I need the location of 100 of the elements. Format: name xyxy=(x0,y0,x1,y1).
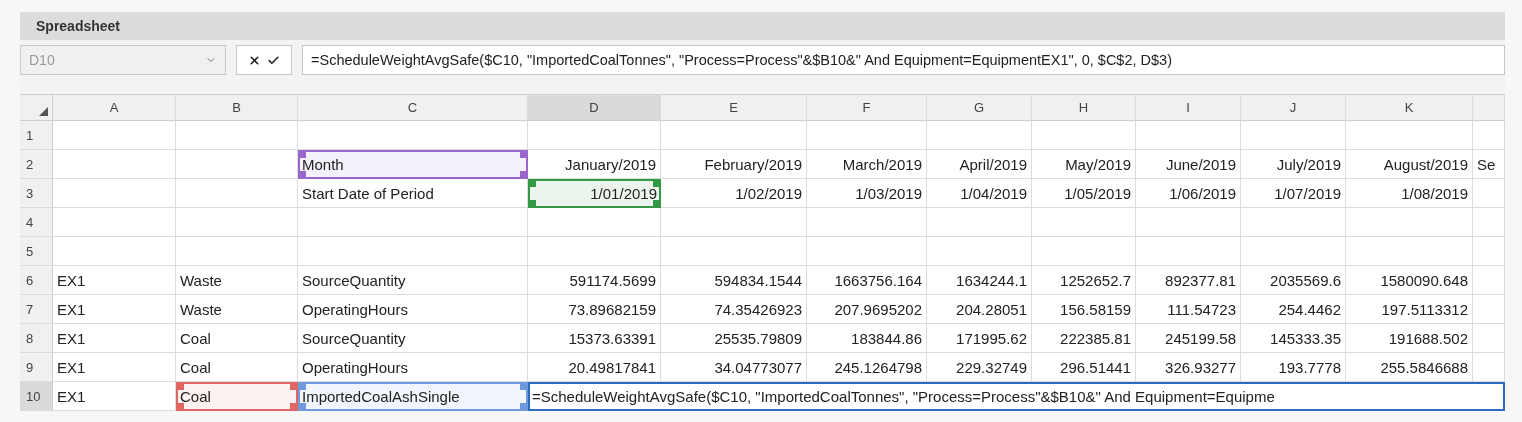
empty-cell[interactable] xyxy=(1473,295,1505,324)
table-cell[interactable]: 245.1264798 xyxy=(807,353,927,382)
table-cell[interactable]: 1/08/2019 xyxy=(1346,179,1473,208)
table-cell[interactable]: EX1 xyxy=(53,353,176,382)
empty-cell[interactable] xyxy=(176,208,298,237)
table-cell[interactable]: 1/05/2019 xyxy=(1032,179,1136,208)
table-cell[interactable]: 20.49817841 xyxy=(528,353,661,382)
empty-cell[interactable] xyxy=(176,179,298,208)
confirm-button[interactable] xyxy=(267,53,280,67)
empty-cell[interactable] xyxy=(1346,237,1473,266)
table-cell[interactable]: EX1 xyxy=(53,295,176,324)
table-cell[interactable]: July/2019 xyxy=(1241,150,1346,179)
empty-cell[interactable] xyxy=(661,237,807,266)
table-cell[interactable]: 145333.35 xyxy=(1241,324,1346,353)
column-header[interactable]: B xyxy=(176,95,298,121)
empty-cell[interactable] xyxy=(528,237,661,266)
empty-cell[interactable] xyxy=(661,121,807,150)
table-cell[interactable]: EX1 xyxy=(53,266,176,295)
table-cell[interactable]: OperatingHours xyxy=(298,353,528,382)
table-cell[interactable]: 197.5113312 xyxy=(1346,295,1473,324)
empty-cell[interactable] xyxy=(528,208,661,237)
table-cell[interactable]: Month xyxy=(298,150,528,179)
empty-cell[interactable] xyxy=(176,237,298,266)
table-cell[interactable]: 1/06/2019 xyxy=(1136,179,1241,208)
table-cell[interactable]: 73.89682159 xyxy=(528,295,661,324)
table-cell[interactable]: EX1 xyxy=(53,382,176,411)
column-header[interactable]: C xyxy=(298,95,528,121)
empty-cell[interactable] xyxy=(927,208,1032,237)
table-cell[interactable]: SourceQuantity xyxy=(298,324,528,353)
table-cell[interactable]: January/2019 xyxy=(528,150,661,179)
empty-cell[interactable] xyxy=(927,237,1032,266)
empty-cell[interactable] xyxy=(1473,324,1505,353)
resize-handle[interactable] xyxy=(300,152,306,158)
column-header[interactable]: F xyxy=(807,95,927,121)
table-cell[interactable]: 111.54723 xyxy=(1136,295,1241,324)
table-cell[interactable]: 15373.63391 xyxy=(528,324,661,353)
empty-cell[interactable] xyxy=(807,121,927,150)
column-header[interactable]: K xyxy=(1346,95,1473,121)
table-cell[interactable]: 326.93277 xyxy=(1136,353,1241,382)
table-cell[interactable]: 191688.502 xyxy=(1346,324,1473,353)
empty-cell[interactable] xyxy=(298,237,528,266)
table-cell[interactable]: 892377.81 xyxy=(1136,266,1241,295)
table-cell[interactable]: April/2019 xyxy=(927,150,1032,179)
empty-cell[interactable] xyxy=(1136,208,1241,237)
resize-handle[interactable] xyxy=(520,384,526,390)
table-cell[interactable]: 193.7778 xyxy=(1241,353,1346,382)
table-cell[interactable]: 591174.5699 xyxy=(528,266,661,295)
table-cell[interactable]: ImportedCoalAshSingle xyxy=(298,382,528,411)
column-header[interactable]: H xyxy=(1032,95,1136,121)
table-cell[interactable]: 1/01/2019 xyxy=(528,179,661,208)
table-cell[interactable]: 183844.86 xyxy=(807,324,927,353)
table-cell[interactable]: 34.04773077 xyxy=(661,353,807,382)
empty-cell[interactable] xyxy=(807,208,927,237)
column-header[interactable]: E xyxy=(661,95,807,121)
empty-cell[interactable] xyxy=(1032,237,1136,266)
column-header[interactable]: A xyxy=(53,95,176,121)
empty-cell[interactable] xyxy=(807,237,927,266)
resize-handle[interactable] xyxy=(520,403,526,409)
table-cell[interactable]: 229.32749 xyxy=(927,353,1032,382)
table-cell[interactable]: 1634244.1 xyxy=(927,266,1032,295)
table-cell[interactable]: Start Date of Period xyxy=(298,179,528,208)
formula-field[interactable]: =ScheduleWeightAvgSafe($C10, "ImportedCoalTonnes", "Process=Process"&$B10&" And Equipment=EquipmentEX1", 0, $C$2, D$3) xyxy=(302,45,1505,75)
table-cell[interactable]: Waste xyxy=(176,266,298,295)
empty-cell[interactable] xyxy=(1473,353,1505,382)
table-cell[interactable]: March/2019 xyxy=(807,150,927,179)
row-header[interactable]: 1 xyxy=(20,121,53,150)
resize-handle[interactable] xyxy=(653,181,659,187)
table-cell[interactable]: 25535.79809 xyxy=(661,324,807,353)
resize-handle[interactable] xyxy=(530,200,536,206)
row-header[interactable]: 10 xyxy=(20,382,53,411)
table-cell[interactable]: OperatingHours xyxy=(298,295,528,324)
table-cell[interactable]: 207.9695202 xyxy=(807,295,927,324)
table-cell[interactable]: Waste xyxy=(176,295,298,324)
table-cell[interactable]: 245199.58 xyxy=(1136,324,1241,353)
empty-cell[interactable] xyxy=(1473,208,1505,237)
empty-cell[interactable] xyxy=(1136,237,1241,266)
table-cell[interactable]: 255.5846688 xyxy=(1346,353,1473,382)
table-cell[interactable]: February/2019 xyxy=(661,150,807,179)
table-cell[interactable]: 1252652.7 xyxy=(1032,266,1136,295)
formula-cell[interactable]: =ScheduleWeightAvgSafe($C10, "ImportedCoalTonnes", "Process=Process"&$B10&" And Equipment=Equipme xyxy=(528,382,1505,411)
table-cell[interactable]: 594834.1544 xyxy=(661,266,807,295)
table-cell[interactable]: 254.4462 xyxy=(1241,295,1346,324)
table-cell[interactable]: 156.58159 xyxy=(1032,295,1136,324)
table-cell[interactable]: 1/02/2019 xyxy=(661,179,807,208)
empty-cell[interactable] xyxy=(927,121,1032,150)
table-cell[interactable]: Coal xyxy=(176,324,298,353)
table-cell[interactable]: 296.51441 xyxy=(1032,353,1136,382)
empty-cell[interactable] xyxy=(176,121,298,150)
table-cell[interactable]: 171995.62 xyxy=(927,324,1032,353)
empty-cell[interactable] xyxy=(1346,121,1473,150)
empty-cell[interactable] xyxy=(1032,208,1136,237)
column-header[interactable]: I xyxy=(1136,95,1241,121)
empty-cell[interactable] xyxy=(1136,121,1241,150)
column-header[interactable]: D xyxy=(528,95,661,121)
table-cell[interactable]: 1/03/2019 xyxy=(807,179,927,208)
empty-cell[interactable] xyxy=(1241,237,1346,266)
row-header[interactable]: 7 xyxy=(20,295,53,324)
table-cell[interactable]: Coal xyxy=(176,382,298,411)
resize-handle[interactable] xyxy=(520,152,526,158)
table-cell[interactable]: 1663756.164 xyxy=(807,266,927,295)
